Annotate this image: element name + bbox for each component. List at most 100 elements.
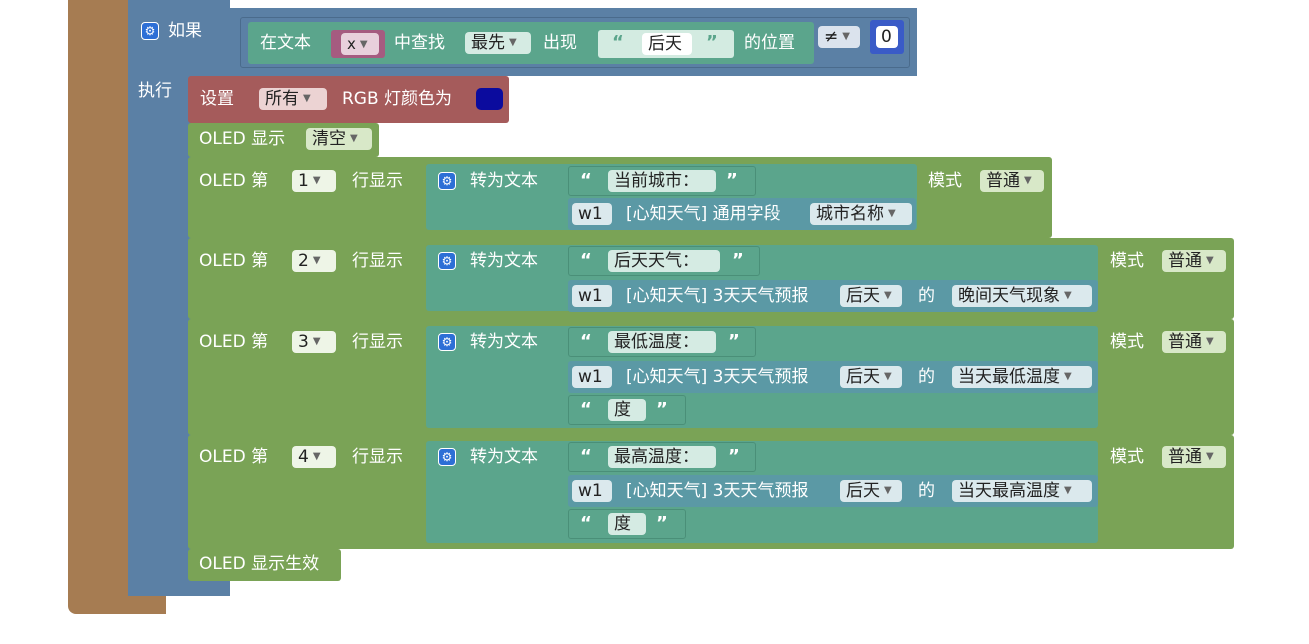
to-text-label: 转为文本 bbox=[470, 332, 538, 352]
mode-label: 模式 bbox=[1110, 447, 1144, 467]
w1-label: w1 bbox=[578, 286, 603, 306]
mode-dropdown[interactable]: 普通 ▼ bbox=[1162, 446, 1226, 468]
if-settings-gear-icon[interactable]: ⚙ bbox=[141, 22, 159, 40]
weather-field-value: 当天最低温度 bbox=[958, 367, 1060, 387]
unit-text-field[interactable]: 度 bbox=[608, 513, 646, 535]
oled-row-suffix: 行显示 bbox=[352, 171, 403, 191]
w1-object[interactable]: w1 bbox=[572, 480, 612, 502]
text-literal-field[interactable]: 当前城市： bbox=[608, 170, 716, 192]
oled-apply-label: OLED 显示生效 bbox=[199, 554, 320, 574]
oled-line-value: 1 bbox=[298, 171, 309, 191]
find-text-value: 后天 bbox=[648, 34, 682, 54]
weather-field-value: 当天最高温度 bbox=[958, 481, 1060, 501]
oled-clear-mode-value: 清空 bbox=[312, 129, 346, 149]
oled-line-dropdown[interactable]: 3 ▼ bbox=[292, 331, 336, 353]
if-label: 如果 bbox=[168, 21, 202, 41]
weather-of-label: 的 bbox=[918, 481, 935, 501]
to-text-gear-icon[interactable]: ⚙ bbox=[438, 172, 456, 190]
weather-day-value: 后天 bbox=[846, 286, 880, 306]
oled-line-value: 4 bbox=[298, 447, 309, 467]
chevron-down-icon: ▼ bbox=[312, 336, 321, 347]
oled-clear-mode-dropdown[interactable]: 清空 ▼ bbox=[306, 128, 372, 150]
weather-day-value: 后天 bbox=[846, 367, 880, 387]
oled-line-dropdown[interactable]: 2 ▼ bbox=[292, 250, 336, 272]
weather-day-value: 后天 bbox=[846, 481, 880, 501]
open-quote-icon: “ bbox=[580, 250, 592, 271]
chevron-down-icon: ▼ bbox=[884, 371, 892, 382]
chevron-down-icon: ▼ bbox=[1064, 485, 1072, 496]
oled-row-prefix: OLED 第 bbox=[199, 171, 269, 191]
weather-day-dropdown[interactable]: 后天 ▼ bbox=[840, 366, 902, 388]
open-quote-icon: “ bbox=[580, 331, 592, 352]
oled-row-suffix: 行显示 bbox=[352, 332, 403, 352]
oled-clear-label: OLED 显示 bbox=[199, 129, 286, 149]
oled-row-suffix: 行显示 bbox=[352, 251, 403, 271]
weather-source-label: [心知天气] 3天天气预报 bbox=[626, 367, 809, 387]
operator-dropdown[interactable]: ≠ ▼ bbox=[818, 26, 860, 48]
oled-line-dropdown[interactable]: 4 ▼ bbox=[292, 446, 336, 468]
if-block-top-stub bbox=[128, 0, 230, 10]
find-prefix-label: 在文本 bbox=[260, 33, 311, 53]
weather-day-dropdown[interactable]: 后天 ▼ bbox=[840, 480, 902, 502]
chevron-down-icon: ▼ bbox=[884, 290, 892, 301]
mode-dropdown[interactable]: 普通 ▼ bbox=[980, 170, 1044, 192]
to-text-gear-icon[interactable]: ⚙ bbox=[438, 252, 456, 270]
find-text-field[interactable]: 后天 bbox=[642, 33, 692, 55]
weather-field-dropdown[interactable]: 城市名称 ▼ bbox=[810, 203, 912, 225]
weather-source-label: [心知天气] 3天天气预报 bbox=[626, 481, 809, 501]
to-text-gear-icon[interactable]: ⚙ bbox=[438, 448, 456, 466]
mode-value: 普通 bbox=[1168, 332, 1202, 352]
mode-label: 模式 bbox=[1110, 332, 1144, 352]
to-text-gear-icon[interactable]: ⚙ bbox=[438, 333, 456, 351]
w1-object[interactable]: w1 bbox=[572, 203, 612, 225]
compare-value-field[interactable]: 0 bbox=[876, 26, 898, 48]
do-label: 执行 bbox=[138, 81, 172, 101]
weather-field-dropdown[interactable]: 晚间天气现象 ▼ bbox=[952, 285, 1092, 307]
variable-name: x bbox=[347, 35, 356, 53]
open-quote-icon: “ bbox=[580, 399, 592, 420]
mode-dropdown[interactable]: 普通 ▼ bbox=[1162, 250, 1226, 272]
text-literal-field[interactable]: 最高温度： bbox=[608, 446, 716, 468]
chevron-down-icon: ▼ bbox=[303, 93, 311, 104]
weather-field-dropdown[interactable]: 当天最高温度 ▼ bbox=[952, 480, 1092, 502]
mode-value: 普通 bbox=[1168, 447, 1202, 467]
weather-field-value: 晚间天气现象 bbox=[958, 286, 1060, 306]
open-quote-icon: “ bbox=[580, 446, 592, 467]
chevron-down-icon: ▼ bbox=[1064, 371, 1072, 382]
chevron-down-icon: ▼ bbox=[884, 485, 892, 496]
weather-source-label: [心知天气] 通用字段 bbox=[626, 204, 781, 224]
open-quote-icon: “ bbox=[580, 170, 592, 191]
weather-day-dropdown[interactable]: 后天 ▼ bbox=[840, 285, 902, 307]
find-mode-value: 最先 bbox=[471, 33, 505, 53]
to-text-label: 转为文本 bbox=[470, 171, 538, 191]
rgb-color-swatch[interactable] bbox=[476, 88, 503, 110]
find-mode-dropdown[interactable]: 最先 ▼ bbox=[465, 32, 531, 54]
w1-object[interactable]: w1 bbox=[572, 285, 612, 307]
rgb-color-label: RGB 灯颜色为 bbox=[342, 89, 453, 109]
oled-row-prefix: OLED 第 bbox=[199, 251, 269, 271]
unit-text-value: 度 bbox=[614, 400, 631, 420]
w1-object[interactable]: w1 bbox=[572, 366, 612, 388]
variable-dropdown[interactable]: x ▼ bbox=[341, 33, 379, 55]
open-quote-icon: “ bbox=[612, 32, 624, 53]
w1-label: w1 bbox=[578, 481, 603, 501]
text-literal-value: 当前城市： bbox=[614, 171, 699, 191]
weather-field-value: 城市名称 bbox=[816, 204, 884, 224]
mode-label: 模式 bbox=[1110, 251, 1144, 271]
oled-row-prefix: OLED 第 bbox=[199, 332, 269, 352]
unit-text-field[interactable]: 度 bbox=[608, 399, 646, 421]
text-literal-field[interactable]: 最低温度： bbox=[608, 331, 716, 353]
mode-value: 普通 bbox=[986, 171, 1020, 191]
unit-text-value: 度 bbox=[614, 514, 631, 534]
chevron-down-icon: ▼ bbox=[1206, 451, 1214, 462]
mode-dropdown[interactable]: 普通 ▼ bbox=[1162, 331, 1226, 353]
mode-value: 普通 bbox=[1168, 251, 1202, 271]
chevron-down-icon: ▼ bbox=[1064, 290, 1072, 301]
rgb-target-dropdown[interactable]: 所有 ▼ bbox=[259, 88, 327, 110]
chevron-down-icon: ▼ bbox=[1206, 255, 1214, 266]
oled-line-dropdown[interactable]: 1 ▼ bbox=[292, 170, 336, 192]
chevron-down-icon: ▼ bbox=[1206, 336, 1214, 347]
weather-source-label: [心知天气] 3天天气预报 bbox=[626, 286, 809, 306]
weather-field-dropdown[interactable]: 当天最低温度 ▼ bbox=[952, 366, 1092, 388]
text-literal-field[interactable]: 后天天气： bbox=[608, 250, 720, 272]
